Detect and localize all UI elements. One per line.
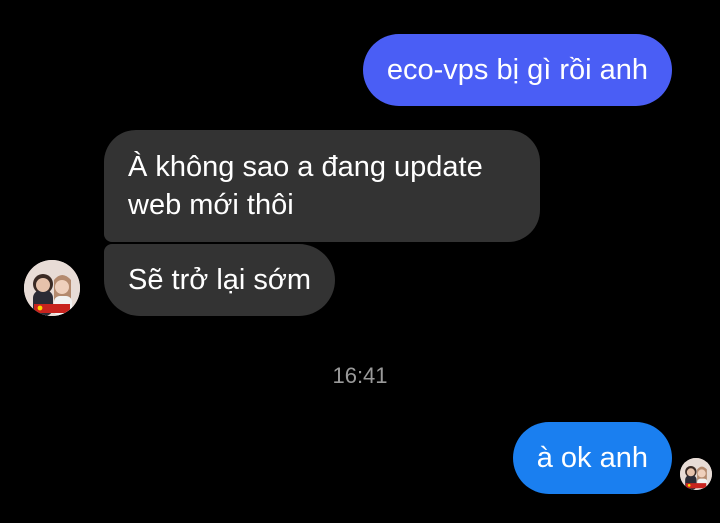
incoming-message-bubble[interactable]: Sẽ trở lại sớm — [104, 244, 336, 316]
message-text: eco-vps bị gì rồi anh — [386, 54, 648, 86]
message-text: à ok anh — [536, 442, 648, 474]
message-timestamp: 16:41 — [332, 363, 388, 388]
outgoing-message-bubble[interactable]: eco-vps bị gì rồi anh — [362, 34, 672, 106]
message-text: À không sao a đang update web mới thôi — [128, 151, 483, 221]
contact-avatar[interactable] — [24, 260, 80, 316]
outgoing-message-bubble[interactable]: à ok anh — [512, 422, 672, 494]
incoming-message-bubble[interactable]: À không sao a đang update web mới thôi — [104, 130, 540, 242]
seen-receipt-avatar — [680, 458, 712, 490]
seen-avatar-icon — [680, 458, 712, 490]
contact-avatar-icon — [24, 260, 80, 316]
message-text: Sẽ trở lại sớm — [128, 264, 312, 296]
